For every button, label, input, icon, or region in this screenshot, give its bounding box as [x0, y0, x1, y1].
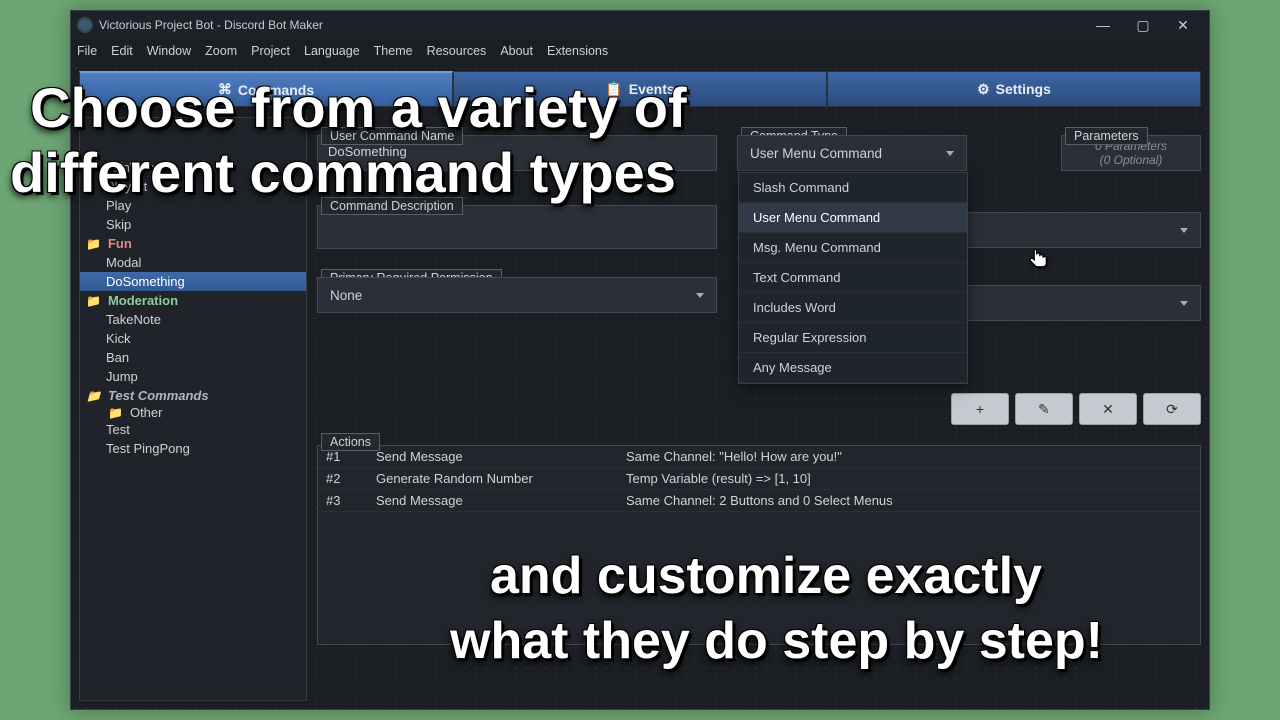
- menu-project[interactable]: Project: [251, 44, 290, 58]
- chevron-down-icon: [1180, 228, 1188, 233]
- close-button[interactable]: ✕: [1163, 12, 1203, 38]
- menu-about[interactable]: About: [500, 44, 533, 58]
- delete-action-button[interactable]: ✕: [1079, 393, 1137, 425]
- tree-item-selected[interactable]: DoSomething: [80, 272, 306, 291]
- maximize-button[interactable]: ▢: [1123, 12, 1163, 38]
- tree-group-moderation[interactable]: Moderation: [80, 291, 306, 310]
- tree-group-test[interactable]: Test Commands: [80, 386, 306, 405]
- chevron-down-icon: [946, 151, 954, 156]
- add-action-button[interactable]: +: [951, 393, 1009, 425]
- gear-icon: ⚙: [977, 81, 990, 98]
- dropdown-item[interactable]: User Menu Command: [739, 203, 967, 233]
- command-type-value: User Menu Command: [750, 146, 882, 161]
- menu-zoom[interactable]: Zoom: [205, 44, 237, 58]
- window-title: Victorious Project Bot - Discord Bot Mak…: [99, 18, 323, 32]
- pencil-icon: ✎: [1038, 401, 1050, 418]
- cursor-pointer-icon: [1024, 246, 1050, 274]
- menu-edit[interactable]: Edit: [111, 44, 133, 58]
- dropdown-item[interactable]: Any Message: [739, 353, 967, 383]
- tree-folder-other[interactable]: Other: [80, 405, 306, 420]
- tree-item[interactable]: Test PingPong: [80, 439, 306, 458]
- menu-file[interactable]: File: [77, 44, 97, 58]
- menu-resources[interactable]: Resources: [427, 44, 487, 58]
- command-type-menu: Slash Command User Menu Command Msg. Men…: [738, 172, 968, 384]
- x-icon: ✕: [1102, 401, 1114, 418]
- tree-item[interactable]: TakeNote: [80, 310, 306, 329]
- dropdown-item[interactable]: Regular Expression: [739, 323, 967, 353]
- dropdown-item[interactable]: Slash Command: [739, 173, 967, 203]
- permission-value: None: [330, 288, 362, 303]
- chevron-down-icon: [1180, 301, 1188, 306]
- tab-settings-label: Settings: [996, 81, 1051, 97]
- tree-item[interactable]: Modal: [80, 253, 306, 272]
- action-row[interactable]: #1 Send Message Same Channel: "Hello! Ho…: [318, 446, 1200, 468]
- edit-action-button[interactable]: ✎: [1015, 393, 1073, 425]
- overlay-text-4: what they do step by step!: [450, 615, 1103, 667]
- overlay-text-1: Choose from a variety of: [30, 80, 687, 136]
- chevron-down-icon: [696, 293, 704, 298]
- permission-dropdown[interactable]: None: [317, 277, 717, 313]
- refresh-action-button[interactable]: ⟳: [1143, 393, 1201, 425]
- command-type-dropdown[interactable]: User Menu Command Slash Command User Men…: [737, 135, 967, 171]
- menu-window[interactable]: Window: [147, 44, 191, 58]
- dropdown-item[interactable]: Text Command: [739, 263, 967, 293]
- menu-extensions[interactable]: Extensions: [547, 44, 608, 58]
- minimize-button[interactable]: —: [1083, 12, 1123, 38]
- tab-settings[interactable]: ⚙ Settings: [827, 71, 1201, 107]
- actions-label: Actions: [321, 433, 380, 451]
- overlay-text-2: different command types: [10, 145, 676, 201]
- tree-item[interactable]: Jump: [80, 367, 306, 386]
- dropdown-item[interactable]: Msg. Menu Command: [739, 233, 967, 263]
- action-row[interactable]: #2 Generate Random Number Temp Variable …: [318, 468, 1200, 490]
- tree-item[interactable]: Test: [80, 420, 306, 439]
- parameters-label: Parameters: [1065, 127, 1148, 145]
- tree-group-fun[interactable]: Fun: [80, 234, 306, 253]
- tree-item[interactable]: Ban: [80, 348, 306, 367]
- overlay-text-3: and customize exactly: [490, 550, 1042, 602]
- refresh-icon: ⟳: [1166, 401, 1178, 418]
- action-toolbar: + ✎ ✕ ⟳: [317, 393, 1201, 425]
- command-tree: JoinVoice Playlist Play Skip Fun Modal D…: [79, 117, 307, 701]
- menubar: File Edit Window Zoom Project Language T…: [71, 39, 1209, 63]
- dropdown-item[interactable]: Includes Word: [739, 293, 967, 323]
- plus-icon: +: [976, 401, 984, 417]
- menu-language[interactable]: Language: [304, 44, 360, 58]
- tree-item[interactable]: Skip: [80, 215, 306, 234]
- titlebar: Victorious Project Bot - Discord Bot Mak…: [71, 11, 1209, 39]
- app-icon: [77, 17, 93, 33]
- menu-theme[interactable]: Theme: [374, 44, 413, 58]
- tree-item[interactable]: Kick: [80, 329, 306, 348]
- action-row[interactable]: #3 Send Message Same Channel: 2 Buttons …: [318, 490, 1200, 512]
